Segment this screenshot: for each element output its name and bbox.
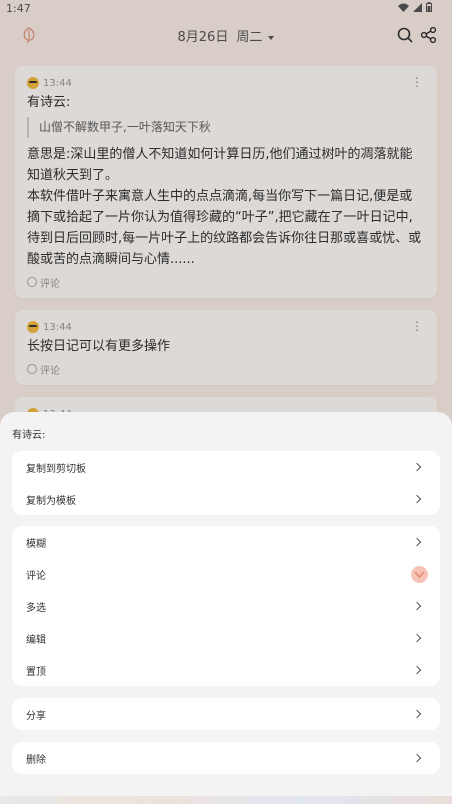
action-group-delete: 删除	[12, 742, 440, 774]
item-label: 置顶	[26, 666, 46, 678]
item-label: 编辑	[26, 634, 46, 646]
chevron-right-icon	[412, 633, 422, 643]
multi-select-item[interactable]: 多选	[12, 590, 440, 622]
item-label: 复制为模板	[26, 495, 76, 507]
action-group-copy: 复制到剪切板 复制为模板	[12, 451, 440, 515]
comment-item[interactable]: 评论	[12, 558, 440, 590]
chevron-right-icon	[412, 753, 422, 763]
chevron-right-icon	[412, 665, 422, 675]
item-label: 分享	[26, 710, 46, 722]
item-label: 删除	[26, 754, 46, 766]
heart-badge-icon	[411, 566, 428, 583]
item-label: 复制到剪切板	[26, 463, 86, 475]
sheet-title: 有诗云:	[12, 430, 46, 441]
chevron-right-icon	[412, 601, 422, 611]
delete-item[interactable]: 删除	[12, 742, 440, 774]
share-item[interactable]: 分享	[12, 698, 440, 730]
action-group-share: 分享	[12, 698, 440, 730]
pin-to-top-item[interactable]: 置顶	[12, 654, 440, 686]
chevron-right-icon	[412, 494, 422, 504]
item-label: 多选	[26, 602, 46, 614]
blur-item[interactable]: 模糊	[12, 526, 440, 558]
action-sheet: 有诗云: 复制到剪切板 复制为模板 模糊 评论 多选 编辑 置顶 分享 删除	[0, 412, 452, 804]
chevron-right-icon	[412, 709, 422, 719]
keyboard-hint-strip	[0, 796, 452, 804]
action-group-edit: 模糊 评论 多选 编辑 置顶	[12, 526, 440, 686]
item-label: 评论	[26, 570, 46, 582]
copy-to-clipboard-item[interactable]: 复制到剪切板	[12, 451, 440, 483]
chevron-right-icon	[412, 462, 422, 472]
copy-as-template-item[interactable]: 复制为模板	[12, 483, 440, 515]
item-label: 模糊	[26, 538, 46, 550]
chevron-right-icon	[412, 537, 422, 547]
edit-item[interactable]: 编辑	[12, 622, 440, 654]
